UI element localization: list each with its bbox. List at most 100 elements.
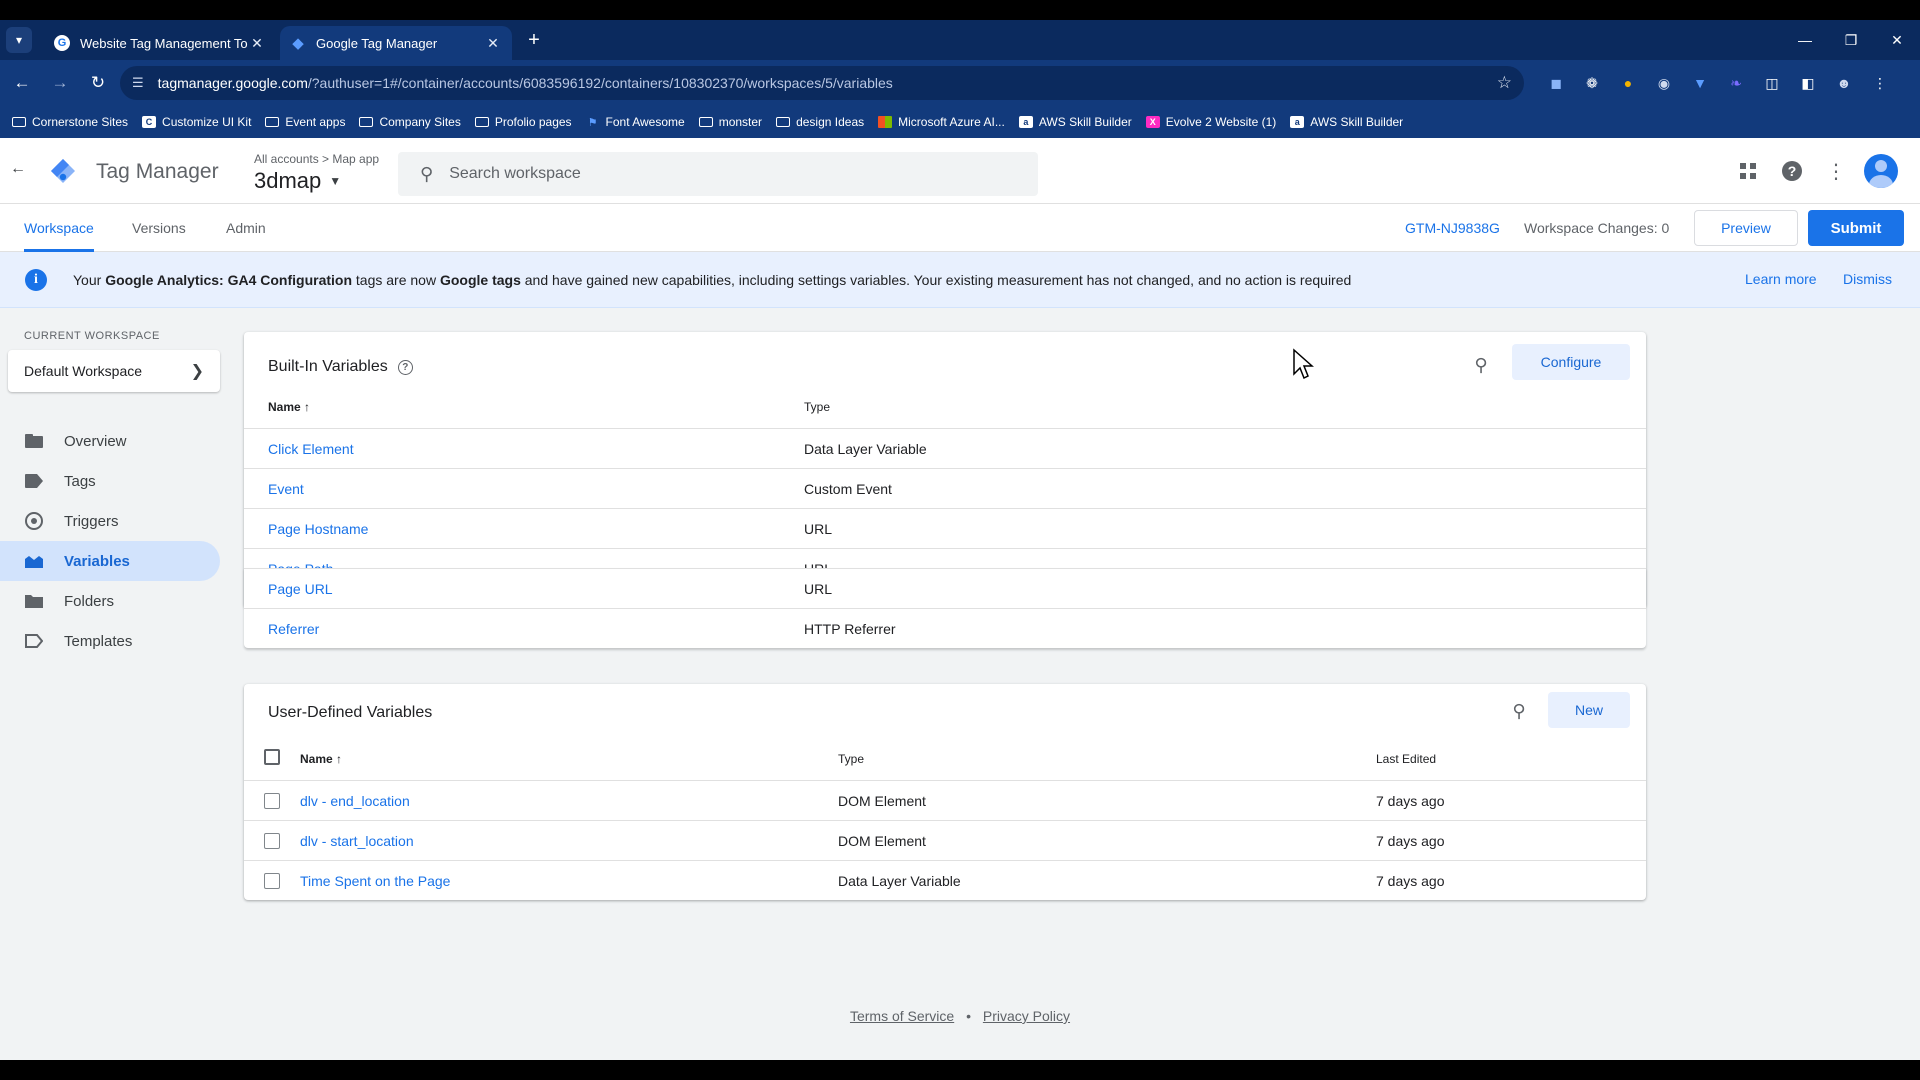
extensions-area: ◼ ❁ ● ◉ ▼ ❧ ◫ ◧ ☻ ⋮: [1538, 68, 1898, 98]
bookmarks-bar: Cornerstone Sites C Customize UI Kit Even…: [0, 106, 1920, 138]
bookmark-item[interactable]: Event apps: [265, 115, 345, 129]
close-tab-icon[interactable]: ✕: [248, 35, 266, 52]
sidebar-item-label: Triggers: [64, 512, 119, 530]
variable-name-link[interactable]: dlv - start_location: [300, 821, 414, 861]
sidebar-item-variables[interactable]: Variables: [0, 541, 220, 581]
dismiss-link[interactable]: Dismiss: [1843, 271, 1892, 287]
column-header-name[interactable]: Name ↑: [300, 752, 342, 766]
select-all-checkbox[interactable]: [264, 749, 280, 765]
extension-shield-icon[interactable]: ◼: [1538, 68, 1574, 98]
extension-color-icon[interactable]: ●: [1610, 68, 1646, 98]
footer-separator: •: [966, 1008, 971, 1024]
address-bar[interactable]: ☰ tagmanager.google.com/?authuser=1#/con…: [120, 66, 1524, 100]
bookmark-item[interactable]: monster: [698, 115, 762, 129]
sidebar-item-folders[interactable]: Folders: [0, 581, 220, 621]
bookmark-item[interactable]: C Customize UI Kit: [142, 115, 251, 129]
aws-icon: a: [1018, 116, 1033, 128]
bookmark-label: Customize UI Kit: [162, 115, 252, 129]
back-arrow-icon[interactable]: ←: [8, 160, 28, 180]
sidebar-item-templates[interactable]: Templates: [0, 621, 220, 661]
workspace-selector[interactable]: Default Workspace ❯: [8, 350, 220, 392]
new-tab-icon[interactable]: +: [522, 29, 546, 52]
variable-name-link[interactable]: Click Element: [268, 429, 354, 469]
search-icon[interactable]: ⚲: [1466, 350, 1496, 380]
side-panel-icon[interactable]: ◧: [1790, 68, 1826, 98]
minimize-icon[interactable]: —: [1782, 20, 1828, 60]
breadcrumb[interactable]: All accounts > Map app: [254, 152, 379, 166]
sidebar-item-overview[interactable]: Overview: [0, 421, 220, 461]
browser-toolbar: ← → ↻ ☰ tagmanager.google.com/?authuser=…: [0, 60, 1920, 106]
sidebar-item-tags[interactable]: Tags: [0, 461, 220, 501]
variable-name-link[interactable]: dlv - end_location: [300, 781, 410, 821]
terms-of-service-link[interactable]: Terms of Service: [850, 1008, 954, 1024]
tab-admin[interactable]: Admin: [226, 204, 266, 252]
row-checkbox[interactable]: [264, 833, 280, 849]
new-variable-button[interactable]: New: [1548, 692, 1630, 728]
close-tab-icon[interactable]: ✕: [484, 35, 502, 52]
container-selector[interactable]: 3dmap ▼: [254, 168, 341, 194]
xd-icon: X: [1145, 116, 1160, 128]
extension-gear-icon[interactable]: ❁: [1574, 68, 1610, 98]
browser-menu-icon[interactable]: ⋮: [1862, 68, 1898, 98]
help-circle-icon[interactable]: ?: [397, 359, 413, 375]
bookmark-item[interactable]: Profolio pages: [474, 115, 572, 129]
column-header-name[interactable]: Name ↑: [268, 400, 310, 414]
bookmark-item[interactable]: Company Sites: [359, 115, 461, 129]
tab-workspace[interactable]: Workspace: [24, 204, 94, 252]
sort-arrow-up-icon: ↑: [336, 752, 343, 766]
screen: ▾ G Website Tag Management Tool ✕ ◆ Goog…: [0, 0, 1920, 1080]
variable-name-link[interactable]: Event: [268, 469, 304, 509]
bookmark-item[interactable]: Microsoft Azure AI...: [878, 115, 1005, 129]
bookmark-item[interactable]: X Evolve 2 Website (1): [1145, 115, 1276, 129]
back-icon[interactable]: ←: [6, 67, 38, 99]
variable-name-link[interactable]: Page Hostname: [268, 509, 368, 549]
built-in-variables-card-rows: Page URL URL Referrer HTTP Referrer: [244, 568, 1646, 648]
browser-tab-active[interactable]: ◆ Google Tag Manager ✕: [280, 26, 512, 60]
bookmark-star-icon[interactable]: ☆: [1497, 73, 1512, 93]
search-box[interactable]: ⚲: [398, 152, 1038, 196]
extension-camera-icon[interactable]: ◉: [1646, 68, 1682, 98]
last-edited: 7 days ago: [1376, 793, 1445, 809]
reload-icon[interactable]: ↻: [82, 67, 114, 99]
restore-icon[interactable]: ❐: [1828, 20, 1874, 60]
row-checkbox[interactable]: [264, 873, 280, 889]
extension-tag-icon[interactable]: ▼: [1682, 68, 1718, 98]
browser-tab[interactable]: G Website Tag Management Tool ✕: [44, 26, 276, 60]
bookmark-item[interactable]: Cornerstone Sites: [12, 115, 128, 129]
sort-arrow-up-icon: ↑: [304, 400, 311, 414]
variable-name-link[interactable]: Referrer: [268, 609, 319, 649]
more-vert-icon[interactable]: ⋮: [1814, 149, 1858, 193]
table-row: Page URL URL: [244, 568, 1646, 608]
variable-name-link[interactable]: Time Spent on the Page: [300, 861, 450, 901]
variable-name-link[interactable]: Page URL: [268, 569, 333, 609]
privacy-policy-link[interactable]: Privacy Policy: [983, 1008, 1070, 1024]
bookmark-item[interactable]: a AWS Skill Builder: [1018, 115, 1132, 129]
extensions-puzzle-icon[interactable]: ◫: [1754, 68, 1790, 98]
bookmark-label: Profolio pages: [494, 115, 572, 129]
bookmark-item[interactable]: design Ideas: [776, 115, 864, 129]
tab-search-icon[interactable]: ▾: [6, 27, 32, 53]
sidebar-item-triggers[interactable]: Triggers: [0, 501, 220, 541]
configure-button[interactable]: Configure: [1512, 344, 1630, 380]
row-checkbox[interactable]: [264, 793, 280, 809]
profile-avatar-icon[interactable]: ☻: [1826, 68, 1862, 98]
user-defined-variables-card: User-Defined Variables ⚲ New Name ↑ Type…: [244, 684, 1646, 900]
search-icon[interactable]: ⚲: [1504, 696, 1534, 726]
search-input[interactable]: [449, 165, 1010, 183]
bookmark-item[interactable]: a AWS Skill Builder: [1290, 115, 1403, 129]
site-info-icon[interactable]: ☰: [132, 75, 144, 91]
close-window-icon[interactable]: ✕: [1874, 20, 1920, 60]
apps-grid-icon[interactable]: [1726, 149, 1770, 193]
extension-feather-icon[interactable]: ❧: [1718, 68, 1754, 98]
bookmark-item[interactable]: ⚑ Font Awesome: [586, 115, 685, 129]
forward-icon[interactable]: →: [44, 67, 76, 99]
submit-button[interactable]: Submit: [1808, 210, 1904, 246]
tab-versions[interactable]: Versions: [132, 204, 186, 252]
help-icon[interactable]: ?: [1770, 149, 1814, 193]
learn-more-link[interactable]: Learn more: [1745, 271, 1817, 287]
account-avatar[interactable]: [1864, 154, 1898, 188]
built-in-variables-card: Built-In Variables ? ⚲ Configure Name ↑ …: [244, 332, 1646, 608]
preview-button[interactable]: Preview: [1694, 210, 1798, 246]
notice-bold: Google tags: [439, 271, 521, 288]
container-id-link[interactable]: GTM-NJ9838G: [1405, 204, 1500, 252]
